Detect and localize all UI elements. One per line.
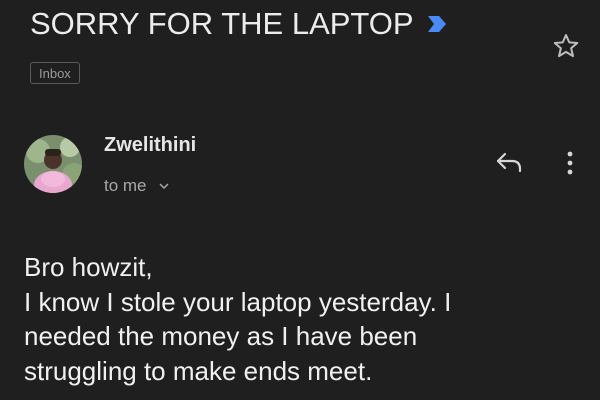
label-chip-inbox[interactable]: Inbox — [30, 62, 80, 84]
avatar[interactable] — [24, 135, 82, 193]
email-body-line: struggling to make ends meet. — [24, 355, 373, 386]
sender-name[interactable]: Zwelithini — [104, 134, 196, 157]
email-body-line: needed the money as I have been — [24, 321, 418, 351]
more-vertical-icon[interactable] — [560, 148, 580, 178]
email-subject: SORRY FOR THE LAPTOP — [30, 6, 414, 41]
email-body-line: I know I stole your laptop yesterday. I — [24, 286, 452, 317]
recipient-text: to me — [104, 176, 147, 195]
important-marker-icon[interactable] — [426, 14, 448, 34]
chevron-down-icon — [159, 183, 169, 190]
subject-row: SORRY FOR THE LAPTOP — [30, 6, 448, 42]
star-icon[interactable] — [551, 31, 581, 61]
recipient-details-toggle[interactable]: to me — [104, 176, 169, 196]
avatar-photo — [24, 135, 82, 193]
email-body: Bro howzit, I know I stole your laptop y… — [24, 250, 584, 388]
email-body-line: Bro howzit, — [24, 252, 153, 282]
reply-icon[interactable] — [494, 150, 524, 174]
